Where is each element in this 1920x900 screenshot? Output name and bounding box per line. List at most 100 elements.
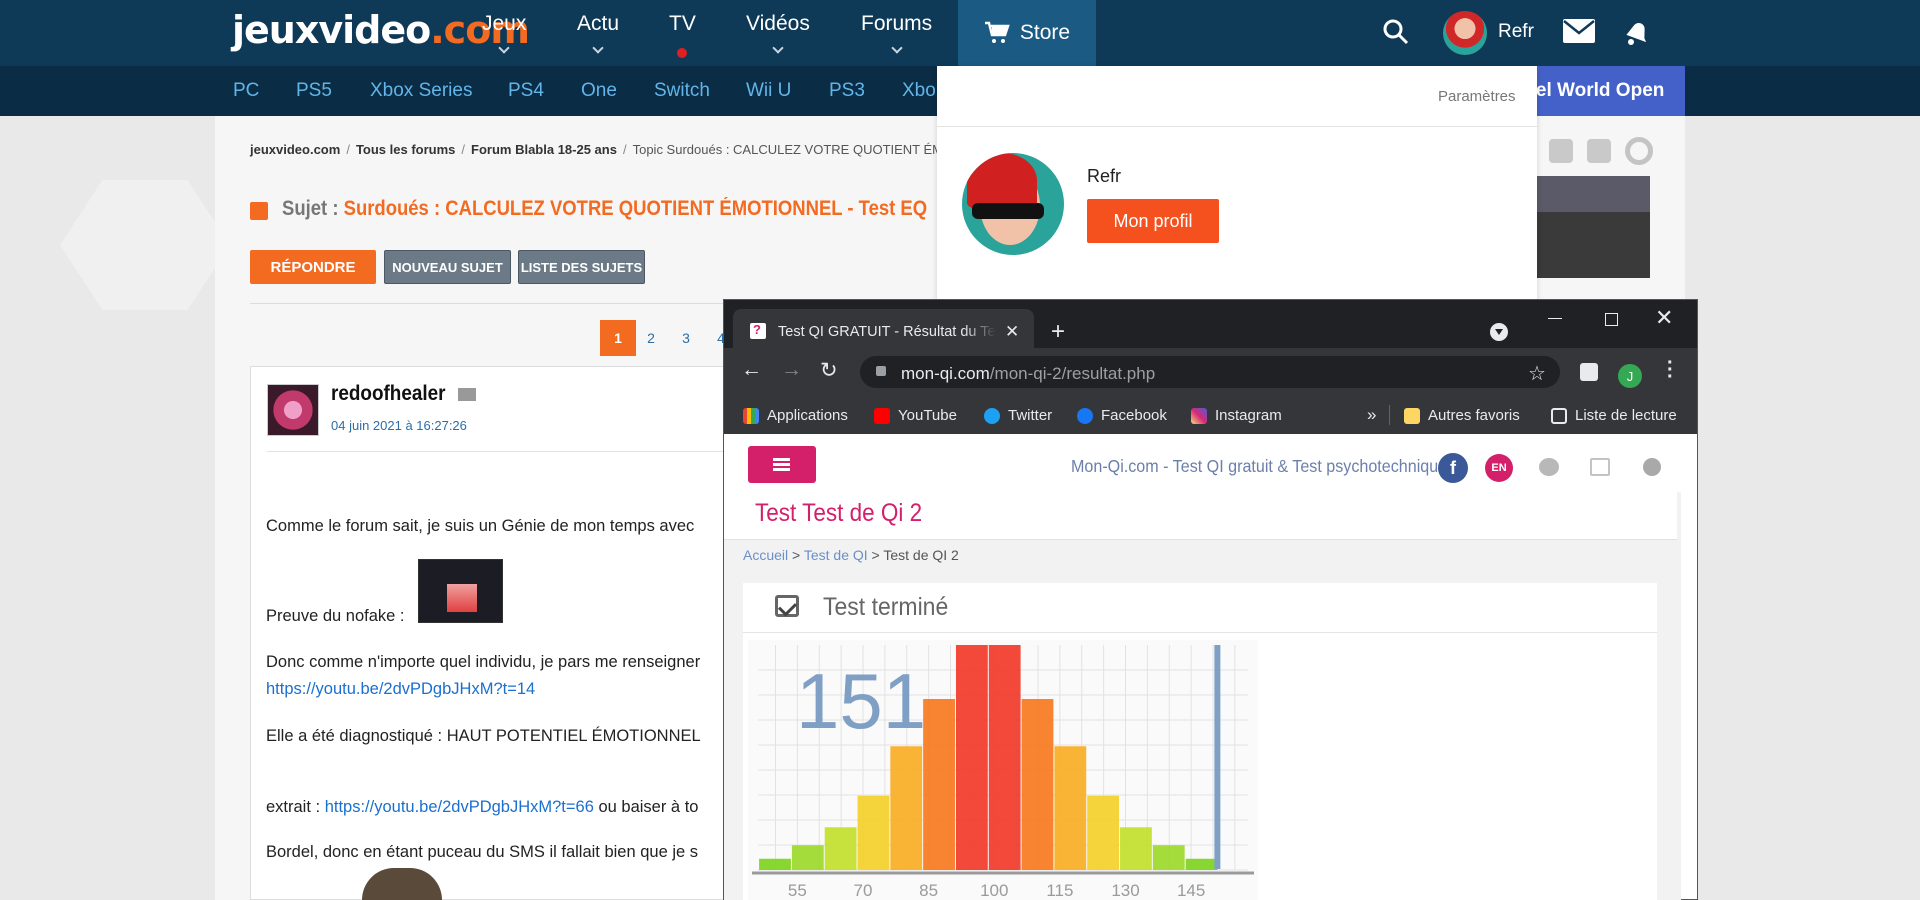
breadcrumb-home[interactable]: jeuxvideo.com (250, 142, 340, 157)
page-title: Test Test de Qi 2 (755, 499, 923, 527)
breadcrumb-forums[interactable]: Tous les forums (356, 142, 455, 157)
nav-tv[interactable]: TV (669, 12, 696, 58)
phone-icon[interactable] (1587, 139, 1611, 163)
lock-icon[interactable] (876, 366, 886, 376)
bookmarks-overflow-icon[interactable]: » (1367, 405, 1376, 425)
test-status: Test terminé (823, 593, 949, 621)
mail-icon[interactable] (1590, 458, 1610, 476)
chart-bar (988, 645, 1021, 870)
profile-icon[interactable]: J (1618, 364, 1642, 388)
hamburger-menu-icon[interactable] (748, 446, 816, 483)
mail-icon[interactable] (458, 388, 476, 401)
tab-search-icon[interactable] (1490, 323, 1508, 341)
crumb-home[interactable]: Accueil (743, 547, 788, 563)
x-tick-label: 115 (1046, 881, 1073, 900)
post-date[interactable]: 04 juin 2021 à 16:27:26 (331, 418, 467, 433)
subnav-ps5[interactable]: PS5 (296, 80, 332, 102)
proof-image[interactable] (418, 559, 503, 623)
page-2[interactable]: 2 (633, 320, 669, 356)
subnav-ps4[interactable]: PS4 (508, 80, 544, 102)
divider (1389, 405, 1390, 425)
score-marker (1214, 645, 1221, 869)
page-1[interactable]: 1 (600, 320, 636, 356)
my-profile-button[interactable]: Mon profil (1087, 199, 1219, 243)
minimize-icon[interactable] (1548, 318, 1562, 319)
breadcrumb-forum[interactable]: Forum Blabla 18-25 ans (471, 142, 617, 157)
forward-icon[interactable]: → (781, 358, 802, 382)
chart-bar (1120, 827, 1152, 870)
breadcrumb: jeuxvideo.com / Tous les forums / Forum Blab… (250, 142, 975, 157)
search-icon[interactable] (1382, 18, 1410, 46)
url-text[interactable]: mon-qi.com/mon-qi-2/resultat.php (901, 364, 1155, 384)
x-tick-label: 55 (788, 881, 807, 900)
subnav-xbox[interactable]: Xbo (902, 80, 936, 102)
reading-list-icon (1551, 407, 1567, 424)
chart-bar (955, 645, 988, 870)
menu-icon[interactable]: · · · (1667, 353, 1674, 387)
post-link[interactable]: https://youtu.be/2dvPDgbJHxM?t=66 (325, 798, 594, 816)
chart-bar (759, 858, 791, 870)
nav-store[interactable]: Store (958, 0, 1096, 66)
profile-avatar[interactable] (962, 153, 1064, 255)
bell-icon[interactable] (1620, 16, 1652, 48)
chart-bar (923, 699, 955, 870)
new-tab-icon[interactable]: + (1051, 318, 1065, 346)
post-link[interactable]: https://youtu.be/2dvPDgbJHxM?t=14 (266, 680, 535, 699)
instagram-icon (1191, 407, 1207, 424)
bookmark-reading-list[interactable]: Liste de lecture (1551, 407, 1677, 424)
topic-list-button[interactable]: LISTE DES SUJETS (518, 250, 645, 284)
subnav-switch[interactable]: Switch (654, 80, 710, 102)
iq-distribution-chart: 151 55 70 85 100 115 130 145 (748, 640, 1258, 900)
nav-forums[interactable]: Forums (861, 12, 932, 54)
extensions-icon[interactable] (1580, 363, 1598, 381)
nav-username[interactable]: Refr (1498, 21, 1534, 43)
subnav-ps3[interactable]: PS3 (829, 80, 865, 102)
gear-icon[interactable] (1625, 137, 1653, 165)
bookmark-star-icon[interactable]: ☆ (1528, 361, 1546, 386)
language-en-button[interactable]: EN (1485, 454, 1513, 482)
bookmark-instagram[interactable]: Instagram (1191, 407, 1282, 424)
bookmark-facebook[interactable]: Facebook (1077, 407, 1167, 424)
close-window-icon[interactable]: ✕ (1655, 305, 1673, 331)
reply-button[interactable]: RÉPONDRE (250, 250, 376, 284)
chart-bar (824, 827, 857, 870)
bookmark-youtube[interactable]: YouTube (874, 407, 957, 424)
page-3[interactable]: 3 (668, 320, 704, 356)
user-avatar[interactable] (1443, 11, 1487, 55)
chart-bar (857, 795, 890, 870)
subnav-pc[interactable]: PC (233, 80, 259, 102)
close-tab-icon[interactable]: ✕ (1005, 322, 1019, 342)
post-text: Elle a été diagnostiqué : HAUT POTENTIEL… (266, 727, 701, 745)
post-avatar[interactable] (267, 384, 319, 436)
subnav-xbox-series[interactable]: Xbox Series (370, 80, 472, 102)
chart-bar (1021, 699, 1054, 870)
reload-icon[interactable]: ↻ (820, 358, 838, 383)
chart-bar (1054, 746, 1087, 870)
back-icon[interactable]: ← (741, 358, 762, 382)
chart-bar (1087, 795, 1120, 870)
subnav-wiiu[interactable]: Wii U (746, 80, 791, 102)
nav-videos[interactable]: Vidéos (746, 12, 810, 54)
facebook-icon[interactable]: f (1438, 453, 1468, 483)
nav-jeux[interactable]: Jeux (482, 12, 526, 54)
shield-icon[interactable] (1549, 139, 1573, 163)
post-author[interactable]: redoofhealer (331, 382, 445, 406)
settings-link[interactable]: Paramètres (1438, 88, 1516, 105)
info-icon[interactable] (1643, 458, 1661, 476)
topic-toggle-icon[interactable] (250, 202, 268, 220)
new-topic-button[interactable]: NOUVEAU SUJET (384, 250, 511, 284)
subnav-one[interactable]: One (581, 80, 617, 102)
bookmark-other[interactable]: Autres favoris (1404, 407, 1520, 424)
qi-site-title[interactable]: Mon-Qi.com - Test QI gratuit & Test psyc… (1071, 456, 1447, 477)
bookmark-applications[interactable]: Applications (743, 407, 848, 424)
x-tick-label: 70 (854, 881, 873, 900)
post-text: extrait : https://youtu.be/2dvPDgbJHxM?t… (266, 798, 699, 816)
bookmark-twitter[interactable]: Twitter (984, 407, 1052, 424)
maximize-icon[interactable] (1605, 313, 1618, 326)
tab-title[interactable]: Test QI GRATUIT - Résultat du Test (778, 324, 996, 340)
mail-icon[interactable] (1562, 18, 1596, 44)
crumb-tests[interactable]: Test de QI (804, 547, 868, 563)
users-icon[interactable] (1539, 458, 1559, 476)
nav-actu[interactable]: Actu (577, 12, 619, 54)
x-tick-label: 145 (1177, 881, 1205, 900)
